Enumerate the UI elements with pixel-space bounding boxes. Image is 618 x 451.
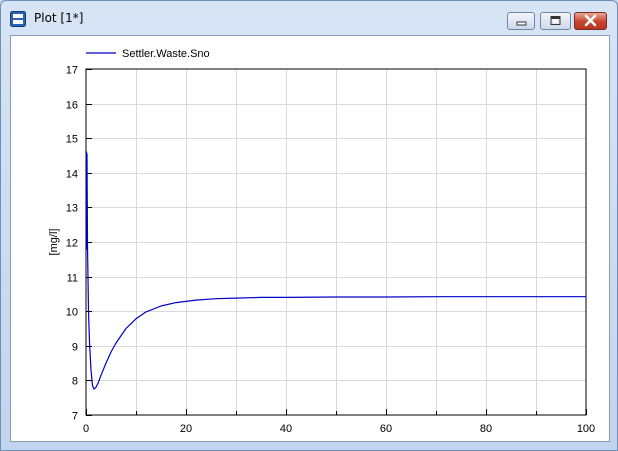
plot-area: 7 8 9 10 11 12 13 14 15 16 17 0 20 40 60 80 100 Settler.…: [10, 35, 610, 442]
y-tick-label: 10: [66, 307, 78, 319]
minimize-icon: [516, 21, 527, 26]
x-tick-label: 100: [577, 423, 595, 435]
y-tick-label: 8: [72, 376, 78, 388]
legend-label: Settler.Waste.Sno: [122, 48, 210, 60]
legend: Settler.Waste.Sno: [86, 48, 210, 60]
x-tick-label: 80: [480, 423, 492, 435]
y-axis-label: [mg/l]: [48, 229, 60, 256]
window-title: Plot [1*]: [34, 11, 84, 25]
line-chart[interactable]: 7 8 9 10 11 12 13 14 15 16 17 0 20 40 60 80 100 Settler.…: [11, 36, 609, 441]
y-tick-label: 11: [67, 273, 78, 285]
y-tick-label: 16: [66, 100, 78, 112]
y-tick-label: 13: [66, 203, 78, 215]
plot-window-icon: [10, 11, 26, 27]
y-tick-label: 7: [72, 411, 78, 423]
maximize-icon: [550, 16, 561, 25]
maximize-button[interactable]: [540, 12, 571, 30]
y-tick-label: 17: [66, 65, 78, 77]
y-tick-label: 9: [72, 342, 78, 354]
y-tick-label: 12: [66, 238, 78, 250]
plot-window: Plot [1*] 7 8 9 10 11 12 13 14 15 16 17 0 20 40 60 80 10…: [0, 0, 618, 451]
x-tick-label: 40: [280, 423, 292, 435]
close-button[interactable]: [574, 12, 607, 30]
close-icon: [584, 14, 597, 27]
x-tick-label: 20: [180, 423, 192, 435]
axis-ticks: 7 8 9 10 11 12 13 14 15 16 17 0 20 40 60 80 100: [66, 65, 595, 436]
title-bar[interactable]: Plot [1*]: [1, 1, 617, 33]
minimize-button[interactable]: [507, 12, 535, 30]
x-tick-label: 60: [380, 423, 392, 435]
grid: [86, 69, 586, 415]
y-tick-label: 15: [66, 134, 78, 146]
x-tick-label: 0: [83, 423, 89, 435]
y-tick-label: 14: [66, 169, 78, 181]
